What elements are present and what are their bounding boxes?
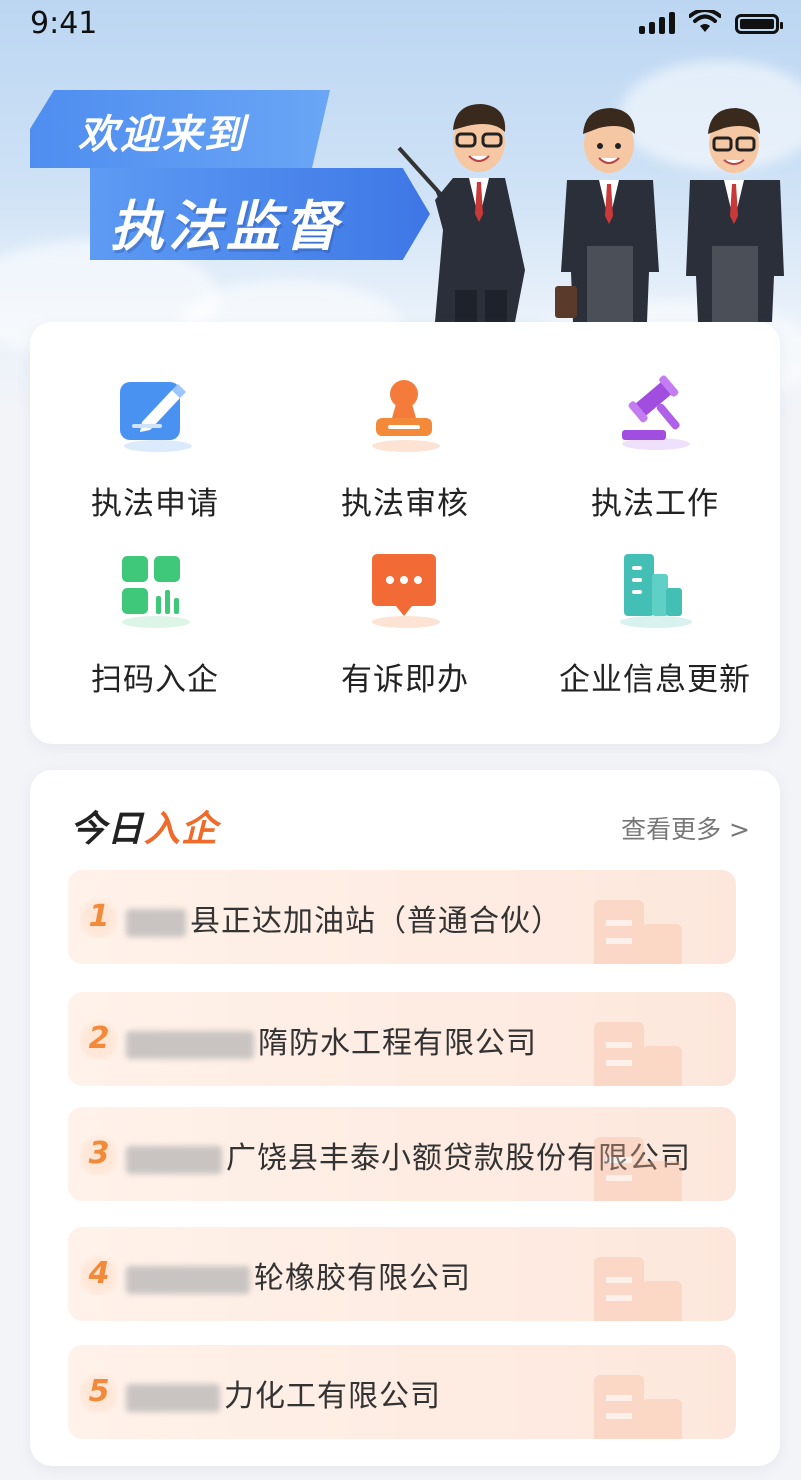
menu-item-enforcement-work[interactable]: 执法工作 [530, 336, 780, 522]
menu-item-enforcement-application[interactable]: 执法申请 [30, 336, 280, 522]
function-menu-card: 执法申请 执法审核 执法工作 扫码入企 有诉即办 企业信息更新 [30, 322, 780, 744]
building-watermark-icon [594, 1137, 682, 1201]
enterprise-list-item[interactable]: 3 广饶县丰泰小额贷款股份有限公司 [68, 1107, 736, 1201]
enterprise-list-item[interactable]: 1 县正达加油站（普通合伙） [68, 870, 736, 964]
today-visits-card: 今日入企 查看更多 > 1 县正达加油站（普通合伙） 2 隋防水工程有限公司 3… [30, 770, 780, 1466]
rank-number: 1 [80, 896, 118, 938]
section-title-accent: 入企 [144, 809, 219, 850]
menu-item-enterprise-info-update[interactable]: 企业信息更新 [530, 512, 780, 698]
edit-icon [120, 382, 192, 452]
menu-item-enforcement-review[interactable]: 执法审核 [280, 336, 530, 522]
status-time: 9:41 [30, 6, 98, 41]
enterprise-list-item[interactable]: 5 力化工有限公司 [68, 1345, 736, 1439]
rank-number: 2 [80, 1018, 118, 1060]
menu-item-scan-enter-enterprise[interactable]: 扫码入企 [30, 512, 280, 698]
officer-figure-3 [686, 108, 784, 322]
view-more-link[interactable]: 查看更多 > [621, 810, 750, 846]
status-bar: 9:41 [0, 0, 801, 46]
welcome-text: 欢迎来到 [78, 112, 246, 158]
menu-item-handle-complaints[interactable]: 有诉即办 [280, 512, 530, 698]
building-watermark-icon [594, 1375, 682, 1439]
rank-number: 3 [80, 1133, 118, 1175]
wifi-icon [689, 10, 721, 32]
signal-icon [639, 12, 675, 34]
section-title-dark: 今日 [70, 809, 145, 850]
officer-figure-1 [397, 104, 525, 322]
welcome-banner: 欢迎来到 [30, 90, 330, 168]
enterprise-name: 县正达加油站（普通合伙） [190, 904, 562, 939]
gavel-icon [622, 375, 690, 450]
section-title: 今日入企 [70, 800, 218, 852]
enterprise-list-item[interactable]: 4 轮橡胶有限公司 [68, 1227, 736, 1321]
message-icon [372, 554, 440, 628]
rank-number: 5 [80, 1371, 118, 1413]
enterprise-name: 轮橡胶有限公司 [254, 1261, 471, 1296]
officer-figure-2 [555, 108, 659, 322]
building-watermark-icon [594, 900, 682, 964]
enterprise-name: 力化工有限公司 [224, 1379, 441, 1414]
menu-label: 有诉即办 [341, 662, 469, 698]
enterprise-name: 隋防水工程有限公司 [258, 1026, 537, 1061]
hero-title: 执法监督 [110, 195, 342, 258]
building-watermark-icon [594, 1022, 682, 1086]
menu-label: 扫码入企 [91, 662, 219, 698]
menu-label: 企业信息更新 [559, 662, 751, 698]
enterprise-list-item[interactable]: 2 隋防水工程有限公司 [68, 992, 736, 1086]
qr-scan-icon [122, 556, 190, 628]
building-icon [620, 554, 692, 628]
building-watermark-icon [594, 1257, 682, 1321]
rank-number: 4 [80, 1253, 118, 1295]
stamp-icon [372, 380, 440, 452]
battery-icon [735, 14, 783, 34]
title-banner: 执法监督 [90, 168, 430, 260]
